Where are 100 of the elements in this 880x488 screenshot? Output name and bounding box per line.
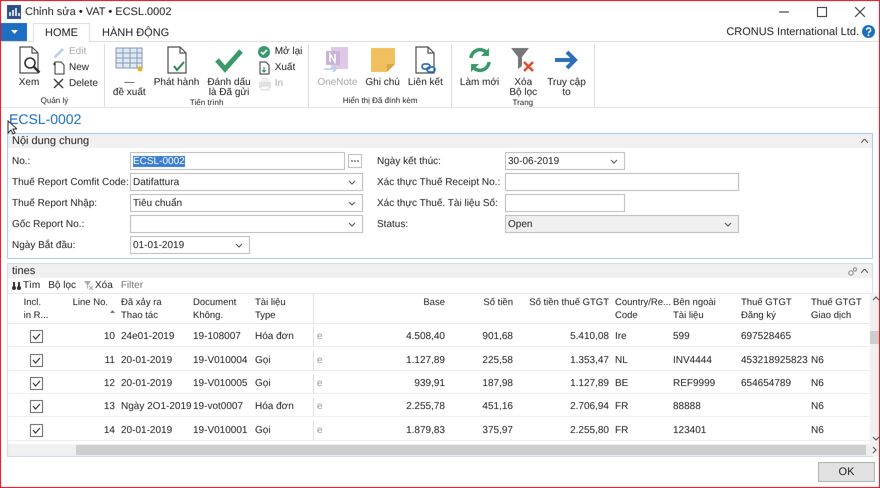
section-title: Nội dung chung [12,135,90,147]
column-header[interactable]: Tài liệu Type [252,294,314,324]
ribbon-button[interactable]: Truy cập to [545,44,588,98]
table-cell: N6 [811,378,824,389]
dropdown-field[interactable]: Datifattura [130,173,363,191]
table-cell: 5.410,08 [570,331,609,342]
column-header[interactable]: Đã xảy ra Thao tác [118,294,190,324]
table-cell: 225,58 [482,354,513,366]
table-cell: Hóa đơn [255,401,294,412]
table-cell: 12 [104,378,115,389]
column-header[interactable]: Bên ngoài Tài liệu [670,294,738,324]
table-cell: 19-V010004 [193,354,248,366]
table-cell: 88888 [673,401,701,412]
table-cell: 2.255,78 [406,401,445,412]
text-field[interactable]: ECSL-0002 [130,152,345,170]
toolbar-button[interactable]: Bộ lọc [48,280,76,291]
table-cell: N6 [811,424,824,436]
column-header[interactable]: Thuế GTGT Đăng ký [738,294,808,324]
ribbon-button[interactable]: Delete [51,76,98,91]
filter-field[interactable]: Filter [120,280,201,291]
column-header[interactable]: Base [328,294,448,324]
field-label: No.: [12,156,32,166]
toolbar-button[interactable]: Tìm [12,280,40,291]
table-cell: 1.127,89 [570,378,609,389]
column-header[interactable]: Số tiền [448,294,516,324]
field-label: Gốc Report No.: [12,218,86,230]
ok-button[interactable]: OK [818,462,875,482]
ribbon-button[interactable]: — đề xuất [110,44,148,98]
column-header[interactable]: Document Không. [190,294,252,324]
ribbon-button[interactable]: Xem [11,44,47,96]
table-cell: 19-108007 [193,331,241,342]
table-cell: N6 [811,354,824,366]
table-cell: 2.255,80 [570,424,609,436]
table-cell: 1.127,89 [406,354,445,366]
toolbar-button[interactable]: Xóa [84,280,113,291]
table-cell: Gọi [255,378,271,389]
ribbon-button[interactable]: Phát hành [152,44,202,98]
table-cell: 599 [673,331,690,342]
company-name: CRONUS International Ltd. [726,26,859,38]
table-cell: 13 [104,401,115,412]
ribbon-button[interactable]: Liên kết [406,44,445,96]
field-label: Thuế Report Comfit Code: [12,176,130,188]
ribbon-button[interactable]: Xóa Bộ lọc [505,44,542,98]
ribbon-button[interactable]: Xuất [256,60,302,75]
group-label: Quản lý [40,96,70,107]
table-cell: 375,97 [482,424,513,436]
dropdown-field[interactable]: Tiêu chuẩn [130,194,363,212]
table-cell: e [317,424,323,436]
date-field[interactable]: 01-01-2019 [130,236,250,254]
section-header[interactable]: Nội dung chung [8,134,872,148]
table-cell: 11 [104,354,115,366]
table-cell: 4.508,40 [406,331,445,342]
table-cell: Ire [615,331,627,342]
field-label: Ngày kết thúc: [377,156,442,166]
column-header[interactable]: Incl. in R... [8,294,64,324]
ribbon-tab[interactable]: HÀNH ĐỘNG [90,23,182,42]
table-cell: e [317,354,323,366]
field-label: Ngày Bắt đầu: [12,240,76,250]
ribbon-button[interactable]: Mở lại [256,44,302,59]
table-cell: 2.706,94 [570,401,609,412]
ribbon-button[interactable]: Ghi chú [363,44,402,96]
table-cell: 187,98 [482,378,513,389]
ribbon-button[interactable]: New [51,60,98,75]
table-cell: 697528465 [741,331,792,342]
section-title: tines [12,265,36,277]
group-label: Tiến trình [188,98,224,107]
table-cell: 20-01-2019 [121,424,172,436]
ribbon-button[interactable]: Làm mới [458,44,502,98]
ribbon-tab[interactable]: HOME [33,23,90,42]
date-field[interactable]: 30-06-2019 [505,152,625,170]
table-cell: 451,16 [482,401,513,412]
table-cell: e [317,378,323,389]
table-cell: FR [615,424,628,436]
field-label: Thuế Report Nhập: [12,198,98,208]
column-header[interactable]: Số tiền thuế GTGT [516,294,612,324]
table-cell: 1.879,83 [406,424,445,436]
table-cell: 123401 [673,424,706,436]
table-cell: 939,91 [414,378,445,389]
ribbon-button[interactable]: Đánh dấu là Đã gửi [205,44,253,98]
table-cell: Hóa đơn [255,331,294,342]
table-cell: 14 [104,424,115,436]
table-cell: REF9999 [673,378,716,389]
section-header[interactable]: tines [8,264,872,278]
column-header[interactable]: Country/Re... Code [612,294,670,324]
table-cell: 19-V010005 [193,378,248,389]
table-cell: FR [615,401,628,412]
table-cell: Gọi [255,424,271,436]
column-header[interactable]: Line No. [64,294,118,324]
table-cell: BE [615,378,628,389]
table-cell: 654654789 [741,378,792,389]
table-cell: Gọi [255,354,271,366]
table-cell: Ngày 2O1-2019 [121,401,192,412]
table-cell: 453218925823 [741,354,808,366]
table-cell: 19-vot0007 [193,401,244,412]
table-cell: e [317,401,323,412]
table-cell: 24e01-2019 [121,331,174,342]
group-label: Trang [512,98,534,107]
table-cell: NL [615,354,628,366]
page-title: ECSL-0002 [9,111,82,127]
group-label: Hiển thị Đã đính kèm [342,96,418,107]
